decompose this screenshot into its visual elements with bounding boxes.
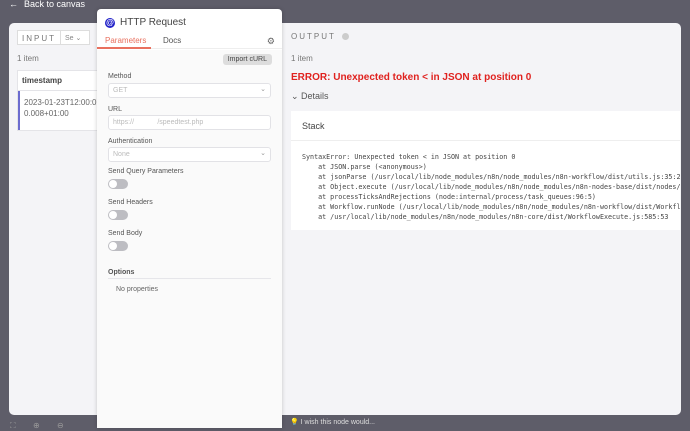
- method-select[interactable]: GET ⌄: [108, 83, 271, 98]
- output-item-count: 1 item: [291, 54, 313, 63]
- auth-label: Authentication: [108, 138, 153, 145]
- tab-parameters[interactable]: Parameters: [97, 36, 151, 49]
- import-curl-button[interactable]: Import cURL: [222, 54, 272, 65]
- gear-icon[interactable]: ⚙: [267, 36, 275, 47]
- url-label: URL: [108, 106, 123, 113]
- http-icon: @: [105, 17, 115, 28]
- node-parameters-panel: @ HTTP Request Parameters Docs ⚙ Import c…: [97, 9, 282, 428]
- method-label: Method: [108, 73, 132, 80]
- input-node-select[interactable]: Se ⌄: [61, 30, 90, 45]
- url-input[interactable]: https:// /speedtest.php: [108, 115, 271, 130]
- no-properties-text: No properties: [116, 286, 159, 293]
- options-heading: Options: [108, 269, 271, 279]
- output-header: OUTPUT: [291, 32, 349, 41]
- arrow-left-icon: ←: [9, 0, 18, 9]
- table-cell[interactable]: 2023-01-23T12:00:00.008+01:00: [18, 91, 106, 130]
- node-title[interactable]: HTTP Request: [120, 17, 186, 28]
- stack-heading: Stack: [291, 111, 680, 141]
- fit-view-icon[interactable]: ⛶: [10, 421, 16, 431]
- table-header: timestamp: [18, 71, 106, 91]
- auth-select[interactable]: None ⌄: [108, 147, 271, 162]
- feedback-link[interactable]: 💡 I wish this node would...: [290, 418, 375, 426]
- tab-docs[interactable]: Docs: [163, 36, 181, 45]
- input-header: INPUT Se ⌄ T: [17, 30, 108, 45]
- stack-trace: SyntaxError: Unexpected token < in JSON …: [302, 153, 680, 221]
- send-headers-toggle[interactable]: [108, 210, 128, 220]
- input-label: INPUT: [17, 30, 61, 45]
- chevron-down-icon: ⌄: [260, 86, 266, 93]
- send-headers-label: Send Headers: [108, 199, 153, 206]
- send-body-label: Send Body: [108, 230, 143, 237]
- chevron-down-icon: ⌄: [260, 150, 266, 157]
- send-body-toggle[interactable]: [108, 241, 128, 251]
- info-icon[interactable]: [341, 33, 349, 40]
- back-to-canvas-button[interactable]: ← Back to canvas: [9, 0, 85, 9]
- input-item-count: 1 item: [17, 54, 39, 63]
- stack-panel: Stack SyntaxError: Unexpected token < in…: [291, 111, 680, 230]
- zoom-in-icon[interactable]: ⊕: [33, 421, 40, 430]
- input-table: timestamp 2023-01-23T12:00:00.008+01:00: [17, 70, 107, 131]
- zoom-out-icon[interactable]: ⊖: [57, 421, 64, 430]
- send-query-label: Send Query Parameters: [108, 168, 184, 175]
- chevron-down-icon: ⌄: [291, 91, 302, 101]
- error-message: ERROR: Unexpected token < in JSON at pos…: [291, 72, 532, 83]
- lightbulb-icon: 💡: [290, 419, 299, 426]
- send-query-toggle[interactable]: [108, 179, 128, 189]
- details-toggle[interactable]: ⌄ Details: [291, 91, 329, 102]
